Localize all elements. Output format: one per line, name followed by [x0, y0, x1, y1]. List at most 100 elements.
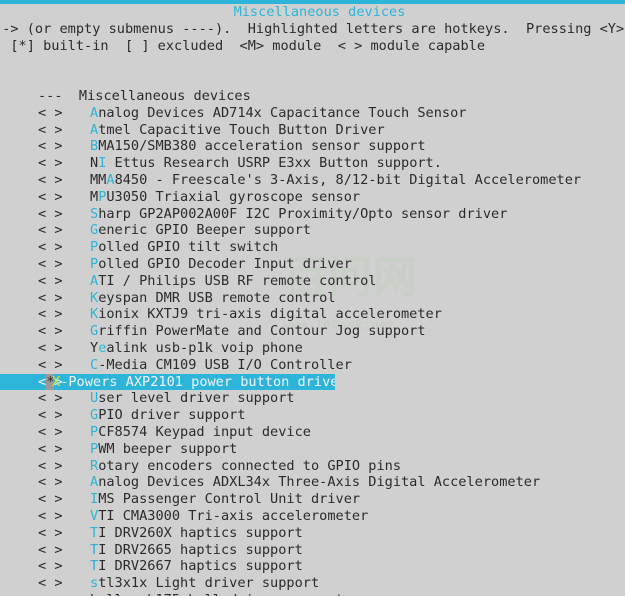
- menu-item[interactable]: < > TI DRV2667 haptics support: [0, 558, 625, 575]
- menu-item-state[interactable]: <*>: [0, 373, 63, 391]
- menu-item-label: TI DRV2665 haptics support: [90, 541, 303, 558]
- menu-item[interactable]: < > C-Media CM109 USB I/O Controller: [0, 357, 625, 374]
- menu-item-hotkey: A: [90, 104, 99, 121]
- menu-item-state[interactable]: < >: [38, 290, 90, 307]
- menu-item-hotkey: P: [90, 440, 99, 457]
- help-line-1: --> (or empty submenus ----). Highlighte…: [0, 21, 625, 37]
- menu-item[interactable]: < > Polled GPIO tilt switch: [0, 239, 625, 256]
- menu-item[interactable]: <*>X-Powers AXP2101 power button driver: [0, 373, 335, 391]
- menu-item[interactable]: < > Atmel Capacitive Touch Button Driver: [0, 122, 625, 139]
- menu-item-state[interactable]: < >: [38, 105, 90, 122]
- menu-item[interactable]: < > MPU3050 Triaxial gyroscope sensor: [0, 189, 625, 206]
- menu-item[interactable]: < > Analog Devices ADXL34x Three-Axis Dig…: [0, 474, 625, 491]
- menu-item-state[interactable]: < >: [38, 491, 90, 508]
- menu-item-state[interactable]: < >: [38, 575, 90, 592]
- menu-item[interactable]: < >hall_och175 hall driver support: [0, 592, 625, 596]
- menu-item-hotkey: K: [90, 289, 99, 306]
- menu-item-label: NI Ettus Research USRP E3xx Button suppo…: [90, 155, 442, 172]
- menu-item-hotkey: V: [90, 507, 99, 524]
- menu-item-state[interactable]: < >: [38, 323, 90, 340]
- menu-item-state[interactable]: < >: [38, 155, 90, 172]
- menu-item[interactable]: < > Keyspan DMR USB remote control: [0, 290, 625, 307]
- menu-item-hotkey: R: [90, 457, 99, 474]
- menu-item-label: User level driver support: [90, 390, 295, 407]
- menu-item[interactable]: < > Sharp GP2AP002A00F I2C Proximity/Opto…: [0, 206, 625, 223]
- menu-item-label: MMA8450 - Freescale's 3-Axis, 8/12-bit D…: [90, 171, 582, 188]
- menu-item-state[interactable]: < >: [38, 138, 90, 155]
- menu-item-label: hall_och175 hall driver support: [90, 592, 344, 596]
- menu-item[interactable]: < > stl3x1x Light driver support: [0, 575, 625, 592]
- menu-item-label: GPIO driver support: [90, 407, 246, 424]
- menu-item-hotkey: T: [90, 558, 99, 575]
- menu-item[interactable]: < > Analog Devices AD714x Capacitance Tou…: [0, 105, 625, 122]
- menu-item-state[interactable]: < >: [38, 424, 90, 441]
- menu-item-state[interactable]: < >: [38, 306, 90, 323]
- menu-list[interactable]: --- Miscellaneous devices < > Analog Devi…: [0, 88, 625, 596]
- menu-item-hotkey: I: [90, 491, 99, 508]
- menu-item[interactable]: < > Kionix KXTJ9 tri-axis digital acceler…: [0, 306, 625, 323]
- menu-item-label: Rotary encoders connected to GPIO pins: [90, 457, 402, 474]
- menu-item[interactable]: < > MMA8450 - Freescale's 3-Axis, 8/12-bi…: [0, 172, 625, 189]
- page-title: Miscellaneous devices: [233, 4, 406, 20]
- menu-item[interactable]: < > NI Ettus Research USRP E3xx Button su…: [0, 155, 625, 172]
- menu-item[interactable]: < > BMA150/SMB380 acceleration sensor sup…: [0, 138, 625, 155]
- menu-item-label: C-Media CM109 USB I/O Controller: [90, 356, 352, 373]
- menu-item-state[interactable]: < >: [38, 542, 90, 559]
- menu-item[interactable]: < > Generic GPIO Beeper support: [0, 222, 625, 239]
- menu-item-state[interactable]: < >: [38, 206, 90, 223]
- menu-item-state[interactable]: < >: [38, 592, 90, 596]
- menu-item-state[interactable]: < >: [38, 407, 90, 424]
- menu-item-label: X-Powers AXP2101 power button driver: [52, 373, 335, 390]
- menu-item-state[interactable]: < >: [38, 172, 90, 189]
- menu-item[interactable]: < > Rotary encoders connected to GPIO pin…: [0, 458, 625, 475]
- menu-item-state[interactable]: < >: [38, 122, 90, 139]
- menu-item-state[interactable]: < >: [38, 441, 90, 458]
- menu-item-hotkey: A: [90, 121, 99, 138]
- menu-item[interactable]: < > IMS Passenger Control Unit driver: [0, 491, 625, 508]
- menu-item-state[interactable]: < >: [38, 525, 90, 542]
- menu-item-label: Sharp GP2AP002A00F I2C Proximity/Opto se…: [90, 205, 508, 222]
- menu-item-state[interactable]: < >: [38, 558, 90, 575]
- menu-item-label: BMA150/SMB380 acceleration sensor suppor…: [90, 138, 426, 155]
- menu-item-hotkey: G: [90, 323, 99, 340]
- menu-item-state[interactable]: < >: [38, 357, 90, 374]
- menu-item-hotkey: C: [90, 356, 99, 373]
- menu-item-hotkey: I: [98, 155, 107, 172]
- menu-item[interactable]: < > VTI CMA3000 Tri-axis accelerometer: [0, 508, 625, 525]
- menu-item-hotkey: S: [90, 205, 99, 222]
- menu-item-label: Polled GPIO Decoder Input driver: [90, 255, 352, 272]
- menu-item[interactable]: < > PCF8574 Keypad input device: [0, 424, 625, 441]
- menu-item-hotkey: P: [90, 423, 99, 440]
- menu-item-label: PWM beeper support: [90, 440, 238, 457]
- menu-item[interactable]: < > Polled GPIO Decoder Input driver: [0, 256, 625, 273]
- menu-item-label: Yealink usb-p1k voip phone: [90, 339, 303, 356]
- menu-item-state[interactable]: < >: [38, 256, 90, 273]
- menu-item-hotkey: A: [106, 171, 115, 188]
- menu-item[interactable]: < > ATI / Philips USB RF remote control: [0, 273, 625, 290]
- menu-item-state[interactable]: < >: [38, 189, 90, 206]
- menu-item-state[interactable]: < >: [38, 239, 90, 256]
- menu-item-state[interactable]: < >: [38, 390, 90, 407]
- menu-item-label: MPU3050 Triaxial gyroscope sensor: [90, 188, 361, 205]
- menu-item[interactable]: < > Griffin PowerMate and Contour Jog sup…: [0, 323, 625, 340]
- menu-item-hotkey: P: [90, 255, 99, 272]
- menu-item-state[interactable]: < >: [38, 340, 90, 357]
- menu-item-label: stl3x1x Light driver support: [90, 575, 320, 592]
- menu-item-hotkey: T: [90, 524, 99, 541]
- menu-item-state[interactable]: < >: [38, 508, 90, 525]
- menu-item-label: TI DRV260X haptics support: [90, 524, 303, 541]
- menu-item[interactable]: < > TI DRV2665 haptics support: [0, 542, 625, 559]
- menu-item-label: IMS Passenger Control Unit driver: [90, 491, 361, 508]
- menu-item[interactable]: < > Yealink usb-p1k voip phone: [0, 340, 625, 357]
- menu-item-state[interactable]: < >: [38, 222, 90, 239]
- menu-item-state[interactable]: < >: [38, 273, 90, 290]
- menu-item[interactable]: < > PWM beeper support: [0, 441, 625, 458]
- menu-item-hotkey: A: [90, 272, 99, 289]
- menu-item[interactable]: < > GPIO driver support: [0, 407, 625, 424]
- menu-section-header: --- Miscellaneous devices: [38, 88, 251, 104]
- menu-item-state[interactable]: < >: [38, 458, 90, 475]
- menu-item-hotkey: X: [52, 373, 61, 390]
- menu-item-state[interactable]: < >: [38, 474, 90, 491]
- menu-item[interactable]: < > User level driver support: [0, 390, 625, 407]
- menu-item[interactable]: < > TI DRV260X haptics support: [0, 525, 625, 542]
